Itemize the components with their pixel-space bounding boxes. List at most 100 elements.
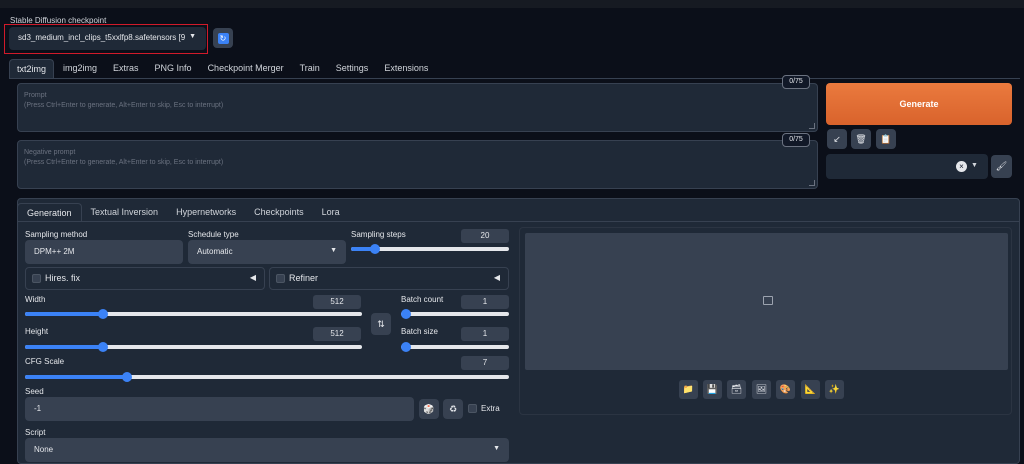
zip-button[interactable]: 🗃 bbox=[727, 380, 746, 399]
hires-fix-accordion[interactable]: Hires. fix ◀ bbox=[25, 267, 265, 290]
tab-extensions[interactable]: Extensions bbox=[377, 59, 435, 79]
tab-checkpoints[interactable]: Checkpoints bbox=[245, 203, 313, 222]
tab-textual-inversion[interactable]: Textual Inversion bbox=[82, 203, 168, 222]
picture-icon: 🖼 bbox=[755, 384, 768, 394]
read-params-button[interactable]: ↙ bbox=[827, 129, 847, 149]
styles-dropdown[interactable]: × ▼ bbox=[826, 154, 988, 179]
sampling-steps-input[interactable]: 20 bbox=[461, 229, 509, 243]
tab-extras[interactable]: Extras bbox=[106, 59, 146, 79]
random-seed-button[interactable]: 🎲 bbox=[419, 399, 439, 419]
cfg-scale-slider[interactable] bbox=[25, 372, 509, 382]
width-label: Width bbox=[25, 295, 46, 304]
width-slider[interactable] bbox=[25, 309, 362, 319]
chevron-down-icon: ▼ bbox=[330, 247, 337, 254]
recycle-icon: ♻ bbox=[448, 404, 458, 414]
seed-input[interactable]: -1 bbox=[25, 397, 414, 421]
checkpoint-dropdown[interactable]: sd3_medium_incl_clips_t5xxlfp8.safetenso… bbox=[9, 27, 206, 50]
sampling-method-value: DPM++ 2M bbox=[34, 247, 75, 256]
dice-icon: 🎲 bbox=[423, 404, 435, 414]
tab-train[interactable]: Train bbox=[293, 59, 327, 79]
extra-label: Extra bbox=[481, 404, 500, 413]
main-tabs: txt2img img2img Extras PNG Info Checkpoi… bbox=[9, 59, 437, 79]
resize-handle-icon[interactable] bbox=[809, 123, 815, 129]
sampling-steps-slider[interactable] bbox=[351, 244, 509, 254]
image-placeholder-icon bbox=[763, 296, 773, 305]
apply-styles-button[interactable]: 📋 bbox=[876, 129, 896, 149]
sub-tabs: Generation Textual Inversion Hypernetwor… bbox=[17, 203, 349, 222]
send-to-img2img-button[interactable]: 🖼 bbox=[752, 380, 771, 399]
palette-icon: 🎨 bbox=[779, 384, 792, 394]
prompt-textarea[interactable]: Prompt (Press Ctrl+Enter to generate, Al… bbox=[17, 83, 818, 132]
script-dropdown[interactable]: None ▼ bbox=[25, 438, 509, 462]
subtab-divider bbox=[17, 221, 1020, 222]
chevron-down-icon: ▼ bbox=[971, 162, 978, 169]
negative-prompt-textarea[interactable]: Negative prompt (Press Ctrl+Enter to gen… bbox=[17, 140, 818, 189]
upscale-button[interactable]: ✨ bbox=[825, 380, 844, 399]
prompt-placeholder-hint: (Press Ctrl+Enter to generate, Alt+Enter… bbox=[24, 102, 224, 109]
image-preview bbox=[525, 233, 1008, 370]
tab-img2img[interactable]: img2img bbox=[56, 59, 104, 79]
tab-png-info[interactable]: PNG Info bbox=[148, 59, 199, 79]
cfg-scale-input[interactable]: 7 bbox=[461, 356, 509, 370]
slider-thumb[interactable] bbox=[122, 372, 132, 382]
save-button[interactable]: 💾 bbox=[703, 380, 722, 399]
hires-fix-checkbox[interactable] bbox=[32, 274, 41, 283]
refresh-icon: ↻ bbox=[217, 32, 229, 44]
clear-icon[interactable]: × bbox=[956, 161, 967, 172]
schedule-type-dropdown[interactable]: Automatic ▼ bbox=[188, 240, 346, 264]
reuse-seed-button[interactable]: ♻ bbox=[443, 399, 463, 419]
clear-prompt-button[interactable]: 🗑 bbox=[851, 129, 871, 149]
slider-thumb[interactable] bbox=[98, 309, 108, 319]
resize-handle-icon[interactable] bbox=[809, 180, 815, 186]
top-bar bbox=[0, 0, 1024, 8]
tab-generation[interactable]: Generation bbox=[17, 203, 82, 222]
edit-styles-button[interactable]: 🖌 bbox=[991, 155, 1012, 178]
sampling-method-label: Sampling method bbox=[25, 230, 88, 239]
tab-checkpoint-merger[interactable]: Checkpoint Merger bbox=[201, 59, 291, 79]
send-to-extras-button[interactable]: 📐 bbox=[801, 380, 820, 399]
chevron-down-icon: ▼ bbox=[493, 445, 500, 452]
prompt-placeholder-title: Prompt bbox=[24, 92, 47, 99]
send-to-inpaint-button[interactable]: 🎨 bbox=[776, 380, 795, 399]
batch-size-slider[interactable] bbox=[401, 342, 509, 352]
tab-txt2img[interactable]: txt2img bbox=[9, 59, 55, 79]
slider-thumb[interactable] bbox=[401, 309, 411, 319]
arrow-icon: ↙ bbox=[833, 134, 841, 144]
tab-lora[interactable]: Lora bbox=[313, 203, 349, 222]
slider-fill bbox=[25, 312, 103, 316]
generate-button[interactable]: Generate bbox=[826, 83, 1012, 125]
refiner-checkbox[interactable] bbox=[276, 274, 285, 283]
slider-thumb[interactable] bbox=[401, 342, 411, 352]
hires-fix-label: Hires. fix bbox=[45, 273, 81, 283]
tab-hypernetworks[interactable]: Hypernetworks bbox=[167, 203, 245, 222]
sampling-method-dropdown[interactable]: DPM++ 2M bbox=[25, 240, 183, 264]
height-input[interactable]: 512 bbox=[313, 327, 361, 341]
refresh-checkpoint-button[interactable]: ↻ bbox=[213, 28, 233, 48]
width-input[interactable]: 512 bbox=[313, 295, 361, 309]
slider-thumb[interactable] bbox=[98, 342, 108, 352]
extra-seed-checkbox[interactable] bbox=[468, 404, 477, 413]
refiner-accordion[interactable]: Refiner ◀ bbox=[269, 267, 509, 290]
height-label: Height bbox=[25, 327, 49, 336]
script-label: Script bbox=[25, 428, 46, 437]
batch-size-label: Batch size bbox=[401, 327, 438, 336]
paintbrush-icon: 🖌 bbox=[995, 161, 1008, 171]
batch-size-input[interactable]: 1 bbox=[461, 327, 509, 341]
height-slider[interactable] bbox=[25, 342, 362, 352]
swap-dimensions-button[interactable]: ⇅ bbox=[371, 313, 391, 335]
sparkles-icon: ✨ bbox=[828, 384, 841, 394]
refiner-label: Refiner bbox=[289, 273, 319, 283]
negative-prompt-token-counter: 0/75 bbox=[782, 133, 810, 147]
batch-count-slider[interactable] bbox=[401, 309, 509, 319]
checkpoint-value: sd3_medium_incl_clips_t5xxlfp8.safetenso… bbox=[18, 33, 186, 42]
chevron-down-icon: ▼ bbox=[189, 33, 196, 40]
slider-fill bbox=[25, 345, 103, 349]
batch-count-input[interactable]: 1 bbox=[461, 295, 509, 309]
slider-thumb[interactable] bbox=[370, 244, 380, 254]
tab-settings[interactable]: Settings bbox=[329, 59, 376, 79]
swap-icon: ⇅ bbox=[377, 319, 385, 329]
open-folder-button[interactable]: 📁 bbox=[679, 380, 698, 399]
batch-count-label: Batch count bbox=[401, 295, 444, 304]
schedule-type-label: Schedule type bbox=[188, 230, 239, 239]
negative-prompt-placeholder-title: Negative prompt bbox=[24, 149, 76, 156]
